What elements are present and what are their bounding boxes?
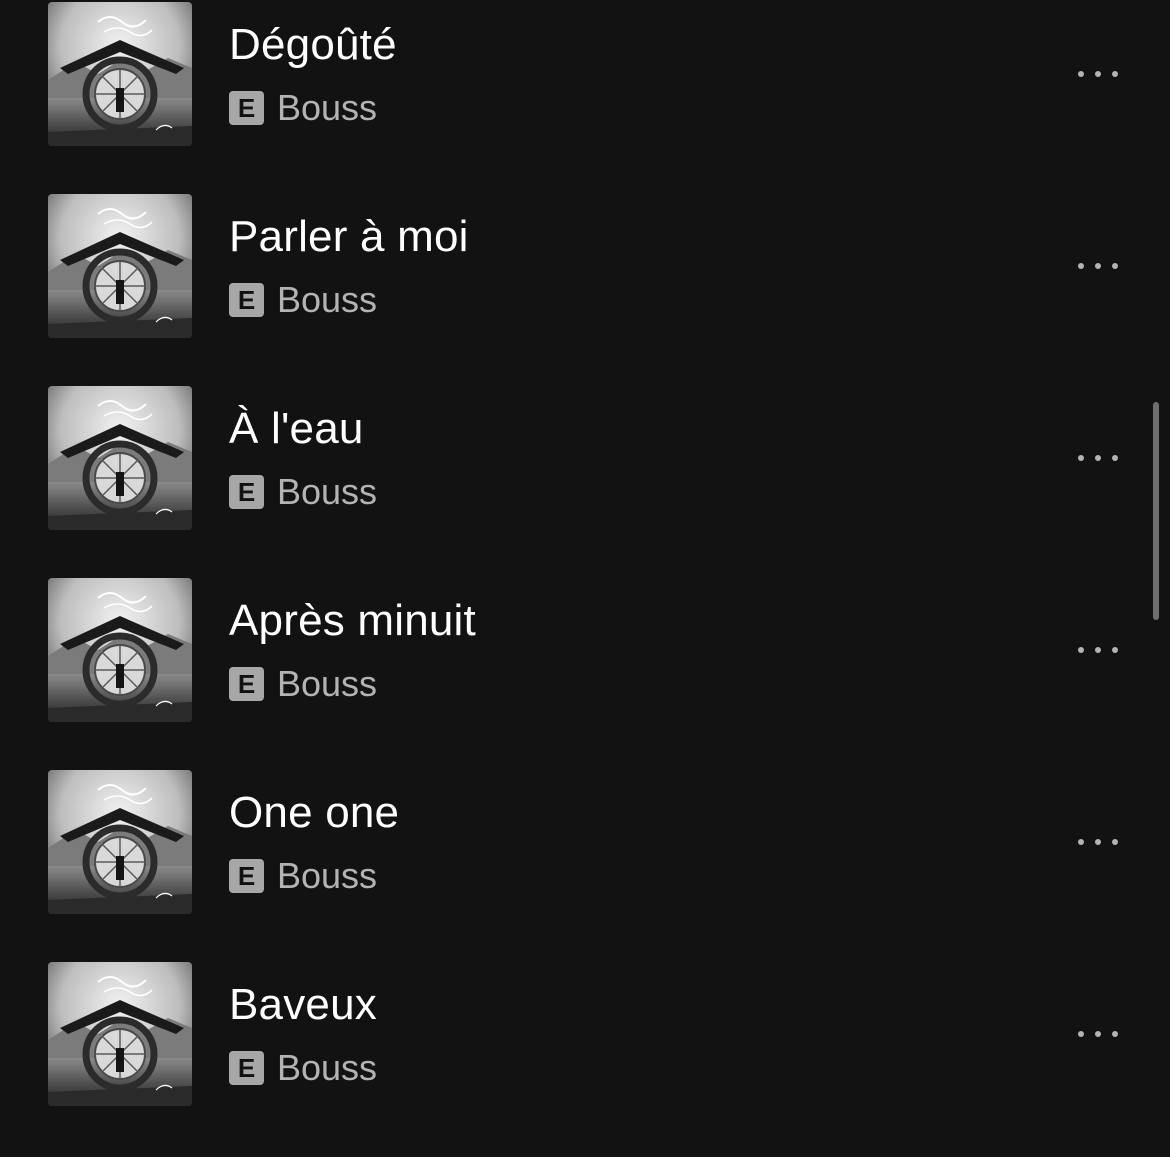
dot [1078, 839, 1084, 845]
dot [1095, 647, 1101, 653]
track-artist[interactable]: Bouss [277, 663, 377, 705]
dot [1112, 1031, 1118, 1037]
dot [1112, 71, 1118, 77]
track-row[interactable]: À l'eau E Bouss [0, 370, 1170, 562]
track-title: Baveux [229, 980, 377, 1029]
explicit-badge: E [229, 667, 264, 701]
explicit-badge: E [229, 859, 264, 893]
explicit-badge: E [229, 475, 264, 509]
track-row[interactable]: Parler à moi E Bouss [0, 178, 1170, 370]
track-artist[interactable]: Bouss [277, 855, 377, 897]
track-title: Après minuit [229, 596, 476, 645]
more-options-icon[interactable] [1062, 1012, 1134, 1056]
dot [1095, 263, 1101, 269]
track-title: One one [229, 788, 400, 837]
scrollbar-thumb[interactable] [1153, 402, 1159, 620]
dot [1112, 455, 1118, 461]
album-cover-icon [48, 962, 192, 1106]
dot [1095, 455, 1101, 461]
album-cover-icon [48, 578, 192, 722]
track-subline: E Bouss [229, 1047, 377, 1089]
more-options-icon[interactable] [1062, 52, 1134, 96]
track-artist[interactable]: Bouss [277, 471, 377, 513]
album-cover-icon [48, 2, 192, 146]
track-subline: E Bouss [229, 471, 377, 513]
dot [1112, 263, 1118, 269]
track-artist[interactable]: Bouss [277, 279, 377, 321]
track-row[interactable]: Dégoûté E Bouss [0, 0, 1170, 178]
track-subline: E Bouss [229, 855, 377, 897]
more-options-icon[interactable] [1062, 436, 1134, 480]
album-cover-icon [48, 386, 192, 530]
track-row[interactable]: Baveux E Bouss [0, 946, 1170, 1138]
track-artist[interactable]: Bouss [277, 87, 377, 129]
dot [1095, 1031, 1101, 1037]
explicit-badge: E [229, 91, 264, 125]
track-subline: E Bouss [229, 87, 377, 129]
dot [1078, 1031, 1084, 1037]
dot [1078, 71, 1084, 77]
more-options-icon[interactable] [1062, 820, 1134, 864]
track-title: À l'eau [229, 404, 364, 453]
track-list: Dégoûté E Bouss Parler à moi E Bouss À l… [0, 0, 1170, 1138]
track-title: Dégoûté [229, 20, 397, 69]
album-cover-icon [48, 770, 192, 914]
track-row[interactable]: One one E Bouss [0, 754, 1170, 946]
dot [1112, 839, 1118, 845]
dot [1078, 263, 1084, 269]
explicit-badge: E [229, 283, 264, 317]
track-title: Parler à moi [229, 212, 469, 261]
more-options-icon[interactable] [1062, 244, 1134, 288]
track-row[interactable]: Après minuit E Bouss [0, 562, 1170, 754]
dot [1095, 71, 1101, 77]
dot [1112, 647, 1118, 653]
track-subline: E Bouss [229, 663, 377, 705]
dot [1078, 647, 1084, 653]
dot [1095, 839, 1101, 845]
dot [1078, 455, 1084, 461]
track-list-screen: Dégoûté E Bouss Parler à moi E Bouss À l… [0, 0, 1170, 1157]
album-cover-icon [48, 194, 192, 338]
explicit-badge: E [229, 1051, 264, 1085]
more-options-icon[interactable] [1062, 628, 1134, 672]
track-subline: E Bouss [229, 279, 377, 321]
track-artist[interactable]: Bouss [277, 1047, 377, 1089]
